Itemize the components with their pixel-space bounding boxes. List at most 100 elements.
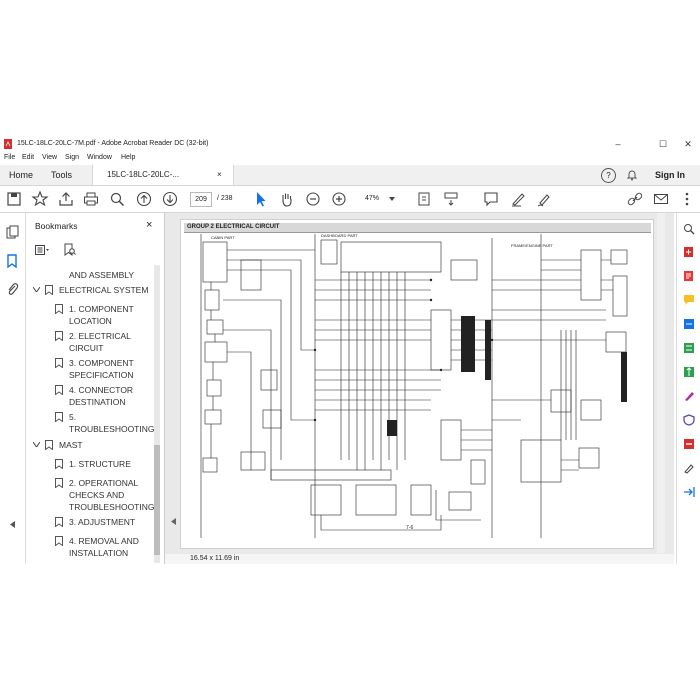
bookmark-item-electrical-circuit[interactable]: 2. ELECTRICAL xyxy=(69,330,131,342)
previous-page-icon[interactable] xyxy=(135,190,153,208)
bookmark-item-mast[interactable]: MAST xyxy=(59,439,83,451)
left-nav-rail xyxy=(0,213,26,564)
bell-icon[interactable] xyxy=(626,169,638,181)
menu-sign[interactable]: Sign xyxy=(65,154,79,161)
fill-sign-icon[interactable] xyxy=(683,390,695,402)
electrical-schematic xyxy=(200,234,628,538)
highlight-pen-icon[interactable] xyxy=(509,190,527,208)
document-viewport[interactable]: GROUP 2 ELECTRICAL CIRCUIT CABIN PART DA… xyxy=(165,213,674,564)
page-number-input[interactable]: 209 xyxy=(190,192,212,207)
acrobat-window: 15LC-18LC-20LC-7M.pdf - Adobe Acrobat Re… xyxy=(0,136,700,564)
comment-icon[interactable] xyxy=(482,190,500,208)
menu-view[interactable]: View xyxy=(42,154,57,161)
share-link-icon[interactable] xyxy=(626,190,644,208)
bookmark-item-connector-destination-2[interactable]: DESTINATION xyxy=(69,396,126,408)
save-icon[interactable] xyxy=(5,190,23,208)
fit-page-icon[interactable] xyxy=(415,190,433,208)
bookmark-item[interactable]: AND ASSEMBLY xyxy=(69,269,134,281)
bookmark-item-electrical-system[interactable]: ELECTRICAL SYSTEM xyxy=(59,284,148,296)
zoom-search-icon[interactable] xyxy=(683,223,695,235)
chevron-down-icon[interactable] xyxy=(33,442,40,447)
redact-icon[interactable] xyxy=(683,438,695,450)
attachments-icon[interactable] xyxy=(6,282,19,296)
sign-pen-icon[interactable] xyxy=(535,190,553,208)
bookmark-panel-icon[interactable] xyxy=(6,254,18,268)
more-tools-icon[interactable] xyxy=(678,190,696,208)
bookmark-item-component-location-2[interactable]: LOCATION xyxy=(69,315,112,327)
tab-document[interactable]: 15LC-18LC-20LC-... × xyxy=(92,165,234,185)
page-thumbnails-icon[interactable] xyxy=(6,225,19,239)
bookmark-item-component-spec[interactable]: 3. COMPONENT xyxy=(69,357,134,369)
export-pdf-icon[interactable] xyxy=(683,270,695,282)
tab-tools[interactable]: Tools xyxy=(51,170,72,180)
menu-file[interactable]: File xyxy=(4,154,15,161)
pdf-file-icon xyxy=(4,139,12,149)
bookmark-item-adjustment[interactable]: 3. ADJUSTMENT xyxy=(69,516,135,528)
chevron-down-icon[interactable] xyxy=(389,197,395,201)
menu-edit[interactable]: Edit xyxy=(22,154,34,161)
bookmark-item-operational[interactable]: 2. OPERATIONAL xyxy=(69,477,138,489)
select-cursor-icon[interactable] xyxy=(252,190,270,208)
bookmark-icon xyxy=(55,331,63,341)
bookmark-item-troubleshooting-2[interactable]: TROUBLESHOOTING xyxy=(69,423,154,435)
document-scrollbar[interactable] xyxy=(657,213,665,553)
chevron-down-icon[interactable] xyxy=(33,287,40,292)
protect-shield-icon[interactable] xyxy=(683,414,695,426)
expand-panel-icon[interactable] xyxy=(683,486,695,498)
status-bar: 16.54 x 11.69 in xyxy=(165,554,674,564)
compress-pdf-icon[interactable] xyxy=(683,366,695,378)
bookmark-item-troubleshooting[interactable]: 5. xyxy=(69,411,76,423)
bookmark-options-icon[interactable] xyxy=(35,245,49,255)
main-toolbar: 209 / 238 47% xyxy=(0,186,700,213)
edit-pdf-icon[interactable] xyxy=(683,462,695,474)
menu-window[interactable]: Window xyxy=(87,154,112,161)
bookmark-item-operational-3[interactable]: TROUBLESHOOTING xyxy=(69,501,154,513)
bookmark-icon xyxy=(55,517,63,527)
bookmark-icon xyxy=(55,478,63,488)
bookmarks-scrollbar-thumb[interactable] xyxy=(154,445,160,555)
help-button[interactable]: ? xyxy=(601,168,616,183)
upload-icon[interactable] xyxy=(57,190,75,208)
star-icon[interactable] xyxy=(31,190,49,208)
menu-help[interactable]: Help xyxy=(121,154,135,161)
email-icon[interactable] xyxy=(652,190,670,208)
close-window-button[interactable]: ✕ xyxy=(676,137,700,151)
bookmark-item-connector-destination[interactable]: 4. CONNECTOR xyxy=(69,384,133,396)
bookmark-item-electrical-circuit-2[interactable]: CIRCUIT xyxy=(69,342,103,354)
close-bookmarks-button[interactable]: × xyxy=(146,219,152,231)
menu-bar: File Edit View Sign Window Help xyxy=(0,152,700,165)
comment-tool-icon[interactable] xyxy=(683,294,695,306)
page-size-readout: 16.54 x 11.69 in xyxy=(190,555,240,562)
scroll-mode-icon[interactable] xyxy=(442,190,460,208)
bookmark-item-component-location[interactable]: 1. COMPONENT xyxy=(69,303,134,315)
combine-files-icon[interactable] xyxy=(683,318,695,330)
find-icon[interactable] xyxy=(108,190,126,208)
bookmark-item-component-spec-2[interactable]: SPECIFICATION xyxy=(69,369,134,381)
bookmark-item-removal[interactable]: 4. REMOVAL AND xyxy=(69,535,139,547)
page-total: / 238 xyxy=(217,195,233,202)
maximize-button[interactable]: ☐ xyxy=(651,137,675,151)
collapse-left-panel-icon[interactable] xyxy=(10,521,15,528)
minimize-button[interactable]: – xyxy=(606,137,630,151)
previous-page-arrow-icon[interactable] xyxy=(171,518,176,525)
zoom-out-icon[interactable] xyxy=(304,190,322,208)
find-bookmark-icon[interactable] xyxy=(64,243,76,256)
tab-home[interactable]: Home xyxy=(9,170,33,180)
bookmark-item-operational-2[interactable]: CHECKS AND xyxy=(69,489,124,501)
right-tools-rail xyxy=(676,213,700,564)
bookmark-item-structure[interactable]: 1. STRUCTURE xyxy=(69,458,131,470)
organize-pages-icon[interactable] xyxy=(683,342,695,354)
create-pdf-icon[interactable] xyxy=(683,246,695,258)
next-page-icon[interactable] xyxy=(161,190,179,208)
tab-close-button[interactable]: × xyxy=(217,170,222,179)
title-bar: 15LC-18LC-20LC-7M.pdf - Adobe Acrobat Re… xyxy=(0,136,700,152)
hand-tool-icon[interactable] xyxy=(278,190,296,208)
bookmark-icon xyxy=(55,412,63,422)
zoom-level-select[interactable]: 47% xyxy=(365,195,379,202)
zoom-in-icon[interactable] xyxy=(330,190,348,208)
print-icon[interactable] xyxy=(82,190,100,208)
bookmark-icon xyxy=(55,536,63,546)
bookmark-item-removal-2[interactable]: INSTALLATION xyxy=(69,547,128,559)
sign-in-link[interactable]: Sign In xyxy=(655,170,685,180)
window-title: 15LC-18LC-20LC-7M.pdf - Adobe Acrobat Re… xyxy=(17,140,209,147)
